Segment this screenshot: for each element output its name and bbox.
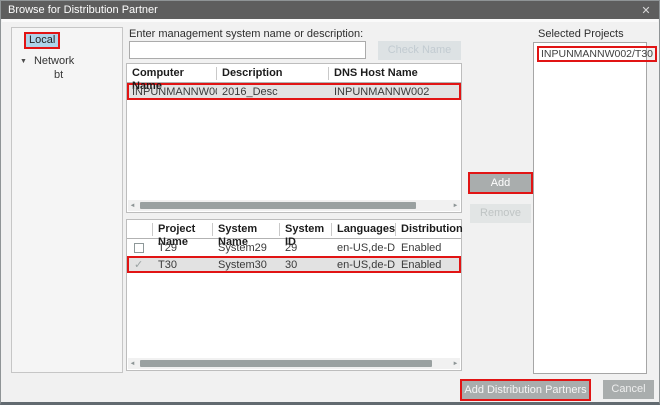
- cell-project-name: T30: [153, 259, 213, 271]
- cancel-button[interactable]: Cancel: [603, 380, 654, 399]
- computers-table-header: Computer Name Description DNS Host Name: [127, 64, 461, 83]
- management-system-input[interactable]: [129, 41, 366, 59]
- network-tree-panel: Local ▼ Network bt: [11, 27, 123, 373]
- tree-network-label: Network: [34, 55, 74, 67]
- scrollbar-thumb[interactable]: [140, 202, 416, 209]
- scroll-left-icon[interactable]: ◄: [128, 203, 137, 209]
- dialog-window: Browse for Distribution Partner ✕ Local …: [0, 0, 660, 405]
- projects-table-hscrollbar[interactable]: ◄ ►: [128, 358, 460, 369]
- cell-system-name: System30: [213, 259, 280, 271]
- check-name-button[interactable]: Check Name: [378, 41, 461, 60]
- cell-system-name: System29: [213, 242, 280, 254]
- column-header-system-id[interactable]: System ID: [280, 223, 332, 236]
- cell-distribution: Enabled: [396, 242, 461, 254]
- scrollbar-thumb[interactable]: [140, 360, 432, 367]
- add-button[interactable]: Add: [468, 172, 533, 194]
- column-header-distribution[interactable]: Distribution: [396, 223, 463, 236]
- add-distribution-partners-button[interactable]: Add Distribution Partners: [460, 379, 591, 401]
- cell-computer-name: INPUNMANNW002: [127, 86, 217, 98]
- computers-table-hscrollbar[interactable]: ◄ ►: [128, 200, 460, 211]
- cell-description: 2016_Desc: [217, 86, 329, 98]
- selected-projects-list: INPUNMANNW002/T30: [533, 42, 647, 374]
- checkbox-unchecked[interactable]: [134, 243, 144, 253]
- tree-item-bt[interactable]: bt: [54, 69, 63, 81]
- table-row-computer[interactable]: INPUNMANNW002 2016_Desc INPUNMANNW002: [127, 83, 461, 100]
- table-row-project-t29[interactable]: T29 System29 29 en-US,de-DE Enabled: [127, 239, 461, 256]
- titlebar-divider: [2, 19, 658, 22]
- column-header-description[interactable]: Description: [217, 67, 329, 80]
- close-icon[interactable]: ✕: [633, 4, 659, 17]
- list-item-selected-project[interactable]: INPUNMANNW002/T30: [537, 46, 657, 62]
- computers-table: Computer Name Description DNS Host Name …: [126, 63, 462, 213]
- column-header-checkbox: [127, 223, 153, 236]
- cell-distribution: Enabled: [396, 259, 461, 271]
- cell-languages: en-US,de-DE: [332, 242, 396, 254]
- column-header-system-name[interactable]: System Name: [213, 223, 280, 236]
- cell-project-name: T29: [153, 242, 213, 254]
- title-bar: Browse for Distribution Partner ✕: [1, 1, 659, 19]
- scroll-right-icon[interactable]: ►: [451, 203, 460, 209]
- scrollbar-track[interactable]: [137, 360, 451, 367]
- chevron-down-icon[interactable]: ▼: [20, 58, 27, 65]
- check-icon[interactable]: ✓: [134, 259, 143, 271]
- selected-projects-label: Selected Projects: [538, 28, 624, 40]
- cell-system-id: 30: [280, 259, 332, 271]
- projects-table-header: Project Name System Name System ID Langu…: [127, 220, 461, 239]
- scrollbar-track[interactable]: [137, 202, 451, 209]
- scroll-right-icon[interactable]: ►: [451, 361, 460, 367]
- column-header-languages[interactable]: Languages: [332, 223, 396, 236]
- dialog-title: Browse for Distribution Partner: [1, 4, 158, 16]
- cell-system-id: 29: [280, 242, 332, 254]
- column-header-computer-name[interactable]: Computer Name: [127, 67, 217, 80]
- projects-table: Project Name System Name System ID Langu…: [126, 219, 462, 371]
- scroll-left-icon[interactable]: ◄: [128, 361, 137, 367]
- column-header-project-name[interactable]: Project Name: [153, 223, 213, 236]
- column-header-dns-host-name[interactable]: DNS Host Name: [329, 67, 461, 80]
- table-row-project-t30[interactable]: ✓ T30 System30 30 en-US,de-DE Enabled: [127, 256, 461, 273]
- cell-dns-host-name: INPUNMANNW002: [329, 86, 461, 98]
- cell-languages: en-US,de-DE: [332, 259, 396, 271]
- tree-item-network[interactable]: ▼ Network: [20, 55, 74, 67]
- tree-item-local[interactable]: Local: [24, 32, 60, 49]
- remove-button[interactable]: Remove: [470, 204, 531, 223]
- management-system-label: Enter management system name or descript…: [129, 28, 363, 40]
